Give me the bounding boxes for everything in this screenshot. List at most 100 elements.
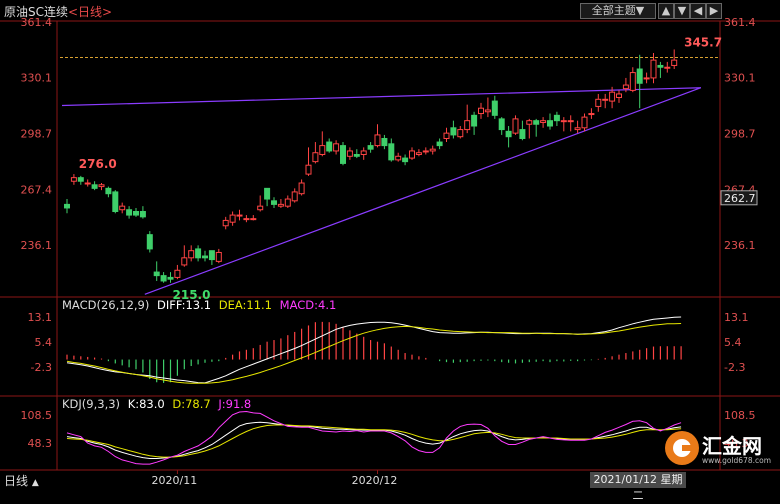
dea-label: DEA:11.1 xyxy=(218,298,273,312)
candles xyxy=(64,49,678,283)
candle-body-down xyxy=(112,191,119,213)
candle-body-up xyxy=(671,59,678,66)
arrow-left-icon: ◀ xyxy=(693,4,703,17)
candle-body-up xyxy=(622,84,629,90)
candle-body-up xyxy=(312,152,319,163)
candle-body-down xyxy=(450,127,457,136)
macd-tick-left: 13.1 xyxy=(28,311,53,324)
theme-dropdown[interactable]: 全部主题▼ xyxy=(580,3,656,19)
candle-body-up xyxy=(409,150,415,159)
candle-body-up xyxy=(257,205,264,211)
kdj-title: KDJ(9,3,3) xyxy=(62,397,121,411)
kdj-panel xyxy=(66,410,682,465)
candle-body-down xyxy=(77,177,84,182)
candle-body-down xyxy=(208,250,215,261)
candle-body-down xyxy=(271,200,277,205)
macd-panel xyxy=(66,316,682,384)
k-label: K:83.0 xyxy=(127,397,165,411)
candle-body-up xyxy=(629,72,636,91)
candle-body-down xyxy=(547,120,553,127)
candle-body-up xyxy=(188,250,195,259)
candle-body-up xyxy=(484,109,491,113)
candle-body-down xyxy=(471,114,478,127)
kdj-legend: KDJ(9,3,3) K:83.0 D:78.7 J:91.8 xyxy=(62,397,255,411)
crosshair-date-readout: 2021/01/12 星期二 xyxy=(590,472,686,502)
candle-body-down xyxy=(498,118,505,131)
d-label: D:78.7 xyxy=(172,397,211,411)
next-button[interactable]: ▶ xyxy=(706,3,722,19)
chart-header: 原油SC连续<日线> xyxy=(4,3,112,20)
candle-body-up xyxy=(346,150,353,157)
candle-body-up xyxy=(574,127,581,131)
candle-body-down xyxy=(636,68,643,84)
candle-body-down xyxy=(264,187,271,200)
x-tick-label: 2020/11 xyxy=(152,474,198,487)
last-price-label: 262.7 xyxy=(724,192,756,205)
candle-body-up xyxy=(443,132,450,139)
candle-body-up xyxy=(643,77,650,80)
candle-body-up xyxy=(415,152,422,156)
candle-body-down xyxy=(519,129,526,139)
prev-button[interactable]: ◀ xyxy=(690,3,706,19)
prior-high-label: 276.0 xyxy=(79,157,117,171)
candle-body-up xyxy=(250,218,257,221)
candle-body-down xyxy=(381,137,388,147)
candle-body-up xyxy=(616,93,622,99)
candle-body-up xyxy=(84,182,91,185)
d-line xyxy=(66,424,682,458)
candle-body-up xyxy=(595,98,602,107)
caret-up-icon: ▲ xyxy=(31,478,39,488)
candle-body-down xyxy=(64,203,70,209)
candle-body-up xyxy=(229,214,236,223)
candle-body-up xyxy=(609,91,616,102)
annotations: 345.7276.0215.0 xyxy=(79,35,722,301)
candle-body-up xyxy=(464,120,471,131)
candle-body-down xyxy=(91,184,98,189)
k-line xyxy=(66,421,682,459)
kdj-tick-left: 108.5 xyxy=(21,409,53,422)
candle-body-up xyxy=(174,269,181,278)
arrow-up-icon: ▲ xyxy=(661,4,671,17)
dea-line xyxy=(66,323,682,384)
logo-text: 汇金网 xyxy=(702,434,762,458)
candle-body-up xyxy=(277,203,284,207)
chart-stage[interactable]: 361.4 361.4 330.1 330.1 298.7 298.7 267.4 267.4… xyxy=(0,0,780,489)
candle-body-down xyxy=(195,248,202,259)
candle-body-down xyxy=(133,211,139,216)
candle-body-down xyxy=(160,275,167,282)
candle-body-up xyxy=(478,107,484,115)
candle-body-down xyxy=(126,209,133,216)
j-line xyxy=(66,410,682,465)
candle-body-down xyxy=(202,255,208,259)
price-tick-left: 298.7 xyxy=(21,128,53,141)
macd-tick-left: -2.3 xyxy=(31,361,52,374)
kdj-tick-right: 108.5 xyxy=(724,409,756,422)
candle-body-up xyxy=(284,198,291,207)
candle-body-down xyxy=(146,234,153,250)
macd-legend: MACD(26,12,9) DIFF:13.1 DEA:11.1 MACD:4.… xyxy=(62,298,340,312)
candle-body-up xyxy=(429,148,436,152)
candle-body-up xyxy=(540,120,547,123)
kdj-tick-left: 48.3 xyxy=(28,437,53,450)
period-label[interactable]: <日线> xyxy=(68,5,112,19)
x-tick-label: 2020/12 xyxy=(352,474,398,487)
instrument-title: 原油SC连续 xyxy=(4,5,68,19)
period-switch[interactable]: 日线 ▲ xyxy=(4,472,39,489)
candle-body-up xyxy=(215,251,222,262)
macd-tick-right: 5.4 xyxy=(724,336,742,349)
candle-body-up xyxy=(567,120,574,123)
candle-body-down xyxy=(657,64,664,68)
candle-body-up xyxy=(422,150,429,153)
scroll-down-button[interactable]: ▼ xyxy=(674,3,690,19)
candle-body-down xyxy=(139,211,146,218)
candle-body-down xyxy=(340,145,346,164)
candle-body-up xyxy=(305,164,312,175)
date-readout-text: 2021/01/12 星期二 xyxy=(593,473,683,502)
period-switch-label: 日线 xyxy=(4,474,29,488)
candle-body-up xyxy=(333,143,340,152)
price-tick-right: 298.7 xyxy=(724,128,756,141)
scroll-up-button[interactable]: ▲ xyxy=(658,3,674,19)
candle-body-down xyxy=(105,187,112,195)
arrow-down-icon: ▼ xyxy=(677,4,687,17)
candle-body-up xyxy=(664,66,671,69)
